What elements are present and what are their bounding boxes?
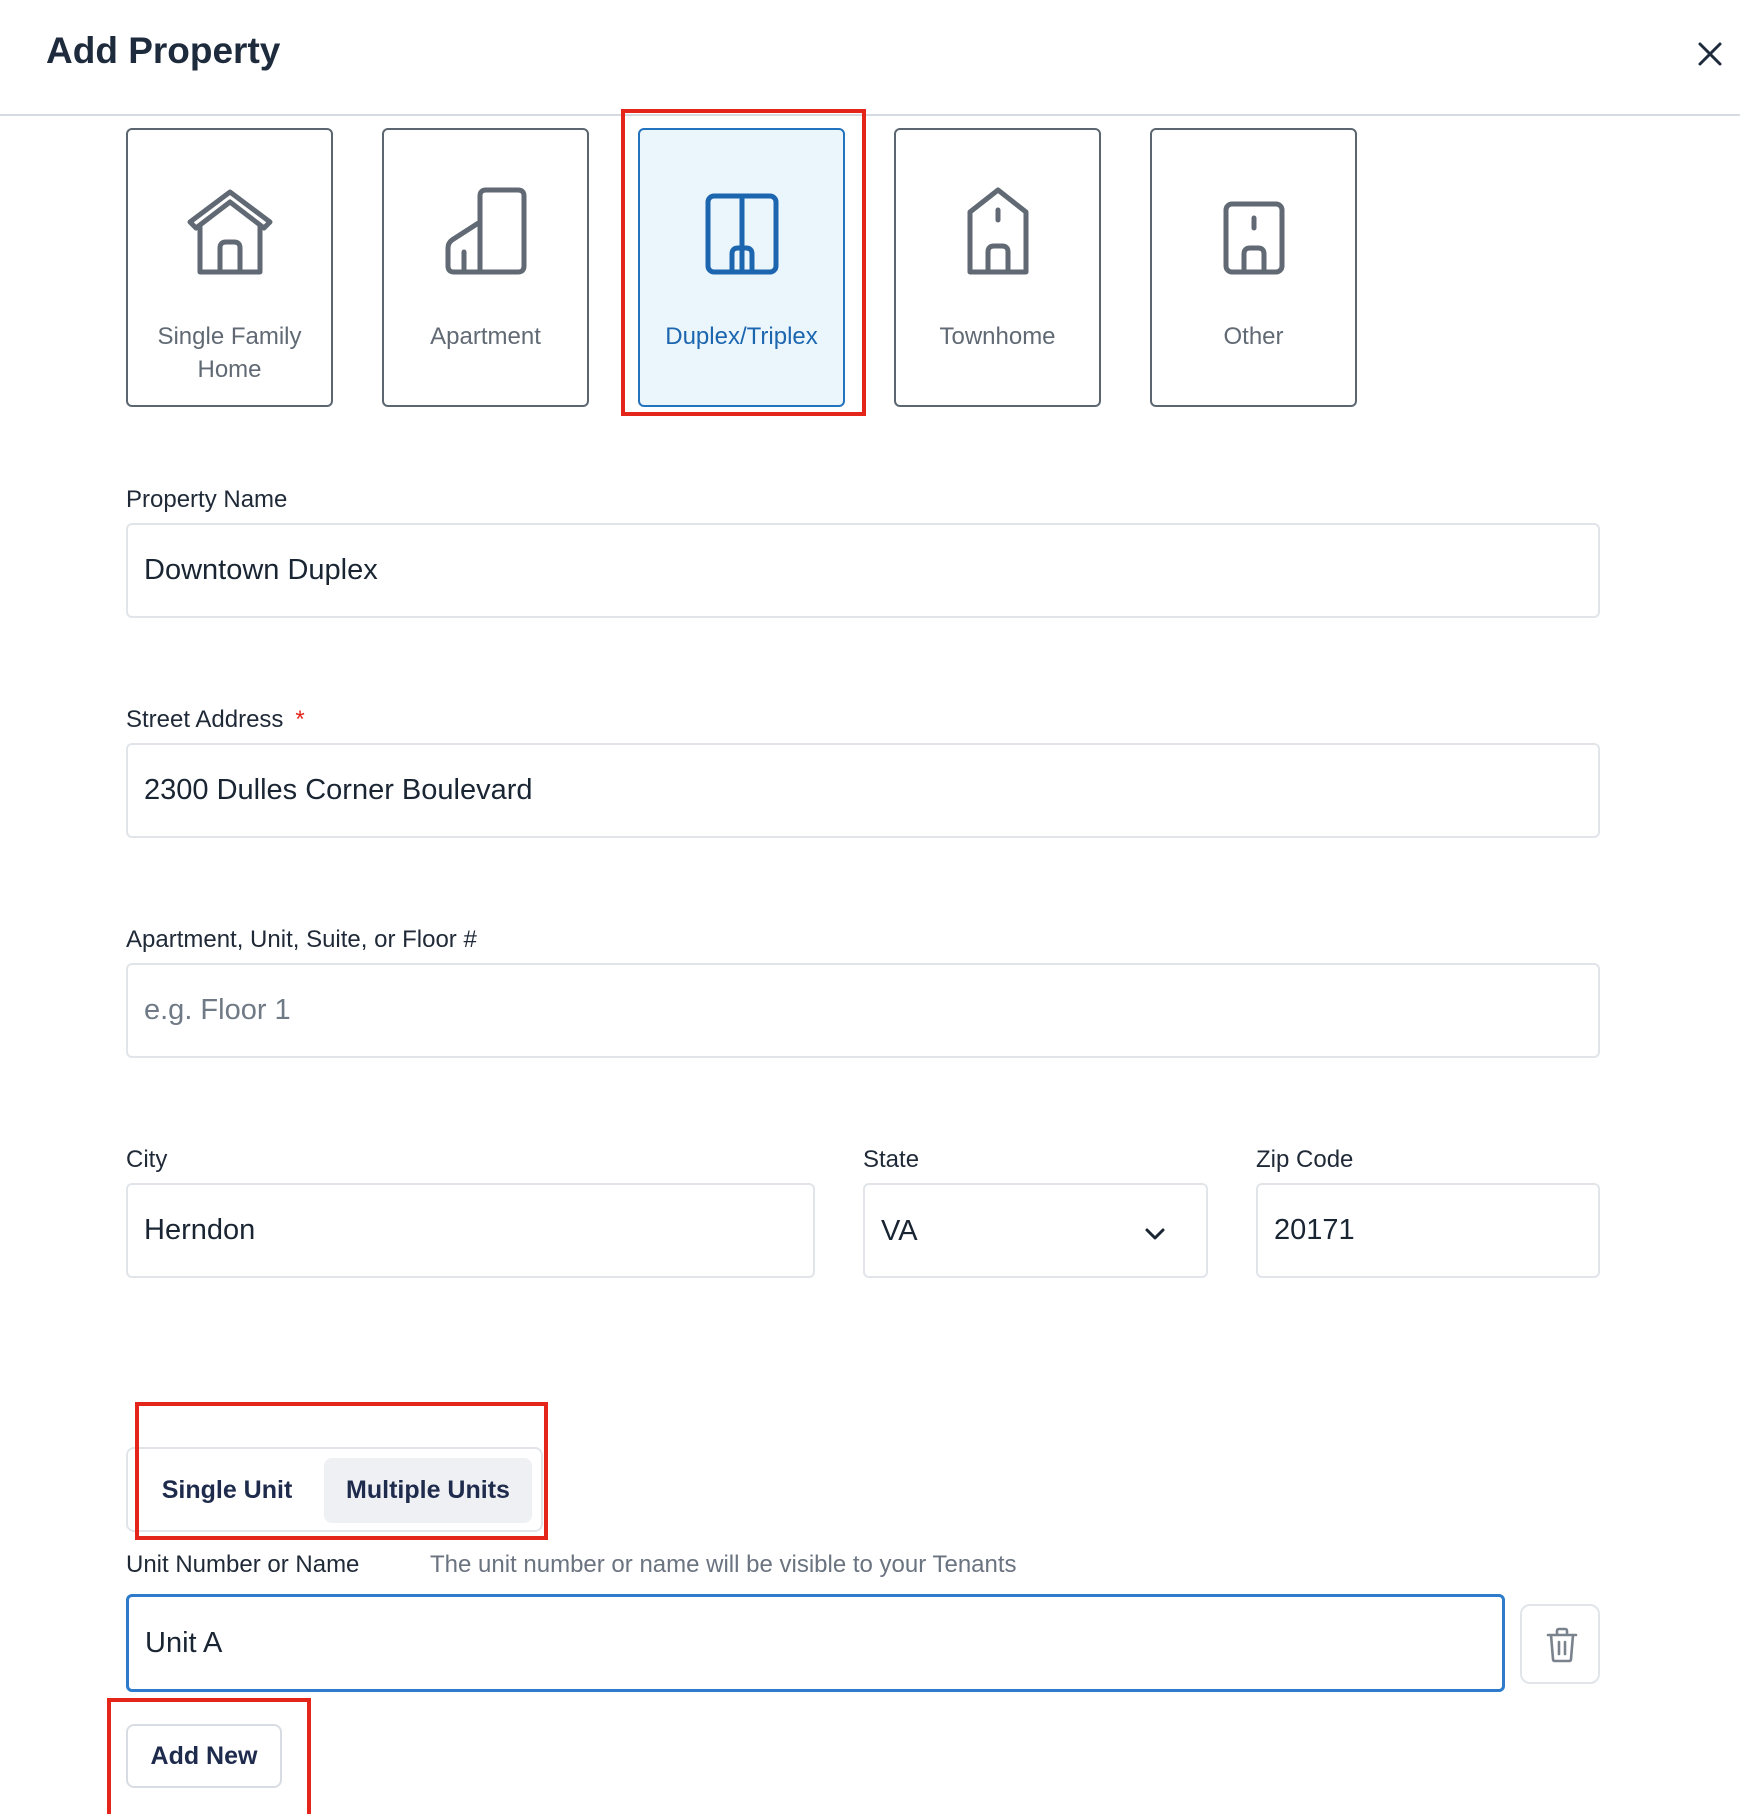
close-icon	[1698, 42, 1722, 66]
property-type-label: Single Family Home	[157, 323, 302, 383]
townhome-icon	[948, 182, 1048, 282]
required-mark: *	[295, 706, 305, 733]
single-unit-option[interactable]: Single Unit	[138, 1458, 316, 1523]
state-label: State	[863, 1146, 920, 1173]
property-type-other[interactable]: Other	[1150, 128, 1357, 407]
city-label: City	[126, 1146, 168, 1173]
property-type-label: Apartment	[430, 323, 541, 350]
dialog-header: Add Property	[0, 0, 1740, 116]
state-select[interactable]: VA	[863, 1183, 1208, 1278]
apartment-building-icon	[436, 182, 536, 282]
property-type-single-family[interactable]: Single Family Home	[126, 128, 333, 407]
zip-label: Zip Code	[1256, 1146, 1354, 1173]
property-name-label: Property Name	[126, 486, 288, 513]
unit-name-input[interactable]	[126, 1594, 1505, 1692]
state-selected-value: VA	[881, 1215, 918, 1247]
city-input[interactable]	[126, 1183, 815, 1278]
unit-name-label: Unit Number or Name	[126, 1551, 360, 1578]
add-new-unit-button[interactable]: Add New	[126, 1724, 282, 1788]
multiple-units-option[interactable]: Multiple Units	[324, 1458, 532, 1523]
unit-line-input[interactable]	[126, 963, 1600, 1058]
chevron-down-icon	[1142, 1221, 1168, 1247]
unit-line-label: Apartment, Unit, Suite, or Floor #	[126, 926, 477, 953]
property-name-input[interactable]	[126, 523, 1600, 618]
property-type-duplex[interactable]: Duplex/Triplex	[638, 128, 845, 407]
property-type-label: Duplex/Triplex	[665, 323, 818, 350]
unit-name-hint: The unit number or name will be visible …	[430, 1551, 1017, 1578]
street-address-label: Street Address *	[126, 706, 305, 734]
property-type-label: Townhome	[939, 323, 1056, 350]
dialog-title: Add Property	[46, 30, 281, 71]
close-button[interactable]	[1688, 32, 1732, 76]
zip-input[interactable]	[1256, 1183, 1600, 1278]
property-type-apartment[interactable]: Apartment	[382, 128, 589, 407]
duplex-icon	[692, 182, 792, 282]
add-property-dialog: Add Property Single Family Home Apartmen…	[0, 0, 1740, 1814]
house-icon	[180, 182, 280, 282]
unit-type-toggle: Single Unit Multiple Units	[126, 1447, 543, 1532]
property-type-townhome[interactable]: Townhome	[894, 128, 1101, 407]
trash-icon	[1546, 1627, 1578, 1663]
delete-unit-button[interactable]	[1520, 1604, 1600, 1684]
street-address-input[interactable]	[126, 743, 1600, 838]
property-type-label: Other	[1223, 323, 1284, 350]
other-building-icon	[1204, 182, 1304, 282]
street-address-label-text: Street Address	[126, 706, 284, 733]
